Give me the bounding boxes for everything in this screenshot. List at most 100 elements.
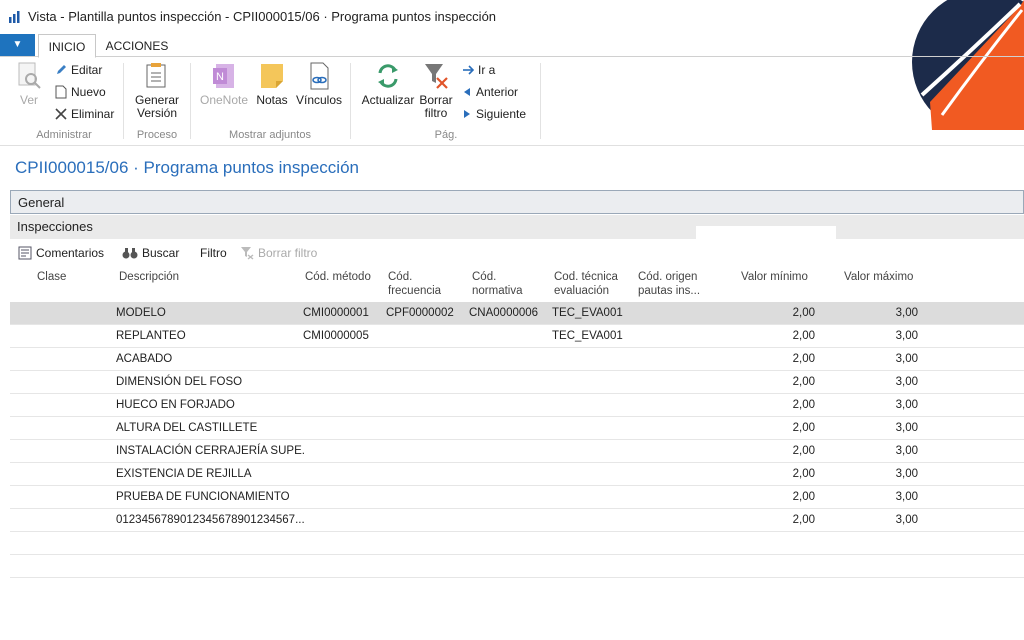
cell-maximo: 3,00 <box>895 445 918 457</box>
title-bar: Vista - Plantilla puntos inspección - CP… <box>0 0 1024 34</box>
cell-minimo: 2,00 <box>792 468 815 480</box>
tab-inicio[interactable]: INICIO <box>38 34 96 58</box>
cell-metodo: CMI0000001 <box>303 307 369 319</box>
notes-icon <box>261 64 283 88</box>
cell-minimo: 2,00 <box>792 330 815 342</box>
table-row[interactable]: ACABADO 2,00 3,00 <box>10 348 1024 371</box>
cell-normativa: CNA0000006 <box>469 307 539 319</box>
header-frecuencia-line1: Cód. <box>388 271 413 283</box>
cell-maximo: 3,00 <box>895 514 918 526</box>
cell-maximo: 3,00 <box>895 330 918 342</box>
table-row[interactable]: EXISTENCIA DE REJILLA 2,00 3,00 <box>10 463 1024 486</box>
column-header-frecuencia[interactable]: Cód. frecuencia <box>388 270 441 298</box>
cell-descripcion: ACABADO <box>116 353 173 365</box>
table-row[interactable]: PRUEBA DE FUNCIONAMIENTO 2,00 3,00 <box>10 486 1024 509</box>
cell-descripcion: HUECO EN FORJADO <box>116 399 235 411</box>
adjuntos-group-label: Mostrar adjuntos <box>229 129 311 141</box>
filtro-button[interactable]: Filtro <box>200 246 227 260</box>
column-header-clase[interactable]: Clase <box>37 270 66 284</box>
fasttab-inspecciones[interactable]: Inspecciones <box>10 215 1024 239</box>
ir-a-label: Ir a <box>478 63 496 77</box>
eliminar-label: Eliminar <box>71 107 115 121</box>
comentarios-label: Comentarios <box>36 246 105 260</box>
ir-a-button[interactable]: Ir a <box>462 63 495 77</box>
table-row[interactable]: 0123456789012345678901234567... 2,00 3,00 <box>10 509 1024 532</box>
generate-version-icon <box>146 63 166 88</box>
group-proceso: Generar Versión Proceso <box>126 57 188 145</box>
eliminar-button[interactable]: Eliminar <box>55 107 114 121</box>
vinculos-button[interactable]: Vínculos <box>294 61 344 107</box>
onenote-button[interactable]: N OneNote <box>198 61 250 107</box>
lines-toolbar: Comentarios Buscar Filtro Borrar filtro <box>10 242 1024 266</box>
next-icon <box>464 110 470 118</box>
empty-table-row[interactable] <box>10 555 1024 578</box>
cell-descripcion: EXISTENCIA DE REJILLA <box>116 468 252 480</box>
cell-minimo: 2,00 <box>792 353 815 365</box>
cell-maximo: 3,00 <box>895 376 918 388</box>
ver-button[interactable]: Ver <box>14 61 44 107</box>
generar-version-button[interactable]: Generar Versión <box>132 61 182 120</box>
borrar-label-1: Borrar <box>419 93 453 107</box>
tab-acciones[interactable]: ACCIONES <box>100 34 174 56</box>
table-row[interactable]: DIMENSIÓN DEL FOSO 2,00 3,00 <box>10 371 1024 394</box>
cell-descripcion: 0123456789012345678901234567... <box>116 514 305 526</box>
comentarios-button[interactable]: Comentarios <box>18 246 104 260</box>
cell-minimo: 2,00 <box>792 422 815 434</box>
table-row[interactable]: MODELO CMI0000001 CPF0000002 CNA0000006 TEC_… <box>10 302 1024 325</box>
column-header-maximo[interactable]: Valor máximo <box>844 270 913 284</box>
header-tecnica-line2: evaluación <box>554 285 609 297</box>
fasttab-general[interactable]: General <box>10 190 1024 214</box>
header-normativa-line2: normativa <box>472 285 523 297</box>
file-menu-button[interactable]: ▼ <box>0 34 35 56</box>
header-frecuencia-line2: frecuencia <box>388 285 442 297</box>
clear-filter-icon <box>425 64 448 89</box>
notas-button[interactable]: Notas <box>254 61 290 107</box>
cell-descripcion: INSTALACIÓN CERRAJERÍA SUPE... <box>116 445 306 457</box>
borrar-filtro-label: Borrar filtro <box>258 246 318 260</box>
onenote-icon: N <box>213 64 234 88</box>
ribbon-tabs: ▼ INICIO ACCIONES <box>0 34 1024 58</box>
link-icon <box>310 62 329 90</box>
table-row[interactable]: INSTALACIÓN CERRAJERÍA SUPE... 2,00 3,00 <box>10 440 1024 463</box>
table-row[interactable]: REPLANTEO CMI0000005 TEC_EVA001 2,00 3,00 <box>10 325 1024 348</box>
buscar-button[interactable]: Buscar <box>122 246 179 260</box>
onenote-label: OneNote <box>199 93 249 107</box>
borrar-filtro-button[interactable]: Borrar filtro <box>240 246 317 260</box>
column-header-metodo[interactable]: Cód. método <box>305 270 371 284</box>
table-row[interactable]: ALTURA DEL CASTILLETE 2,00 3,00 <box>10 417 1024 440</box>
cell-minimo: 2,00 <box>792 399 815 411</box>
empty-table-row[interactable] <box>10 532 1024 555</box>
column-header-normativa[interactable]: Cód. normativa <box>472 270 523 298</box>
blank-area <box>696 226 836 240</box>
column-header-origen[interactable]: Cód. origen pautas ins... <box>638 270 700 298</box>
column-header-tecnica[interactable]: Cod. técnica evaluación <box>554 270 618 298</box>
siguiente-label: Siguiente <box>476 107 527 121</box>
cell-maximo: 3,00 <box>895 491 918 503</box>
cell-tecnica: TEC_EVA001 <box>552 330 623 342</box>
pag-group-label: Pág. <box>434 129 458 141</box>
arrow-right-icon <box>463 65 474 75</box>
cell-descripcion: DIMENSIÓN DEL FOSO <box>116 376 243 388</box>
borrar-filtro-ribbon-button[interactable]: Borrar filtro <box>418 61 454 120</box>
editar-button[interactable]: Editar <box>55 63 102 77</box>
cell-descripcion: ALTURA DEL CASTILLETE <box>116 422 258 434</box>
column-header-minimo[interactable]: Valor mínimo <box>741 270 808 284</box>
notas-label: Notas <box>256 93 288 107</box>
actualizar-button[interactable]: Actualizar <box>356 61 420 107</box>
anterior-button[interactable]: Anterior <box>462 85 518 99</box>
editar-label: Editar <box>71 63 103 77</box>
cell-minimo: 2,00 <box>792 445 815 457</box>
pencil-icon <box>57 65 66 74</box>
cell-maximo: 3,00 <box>895 422 918 434</box>
anterior-label: Anterior <box>476 85 519 99</box>
table-row[interactable]: HUECO EN FORJADO 2,00 3,00 <box>10 394 1024 417</box>
siguiente-button[interactable]: Siguiente <box>462 107 526 121</box>
cell-minimo: 2,00 <box>792 307 815 319</box>
ribbon-divider <box>123 63 124 139</box>
column-header-descripcion[interactable]: Descripción <box>119 270 179 284</box>
header-normativa-line1: Cód. <box>472 271 497 283</box>
cell-tecnica: TEC_EVA001 <box>552 307 623 319</box>
header-origen-line2: pautas ins... <box>638 285 701 297</box>
nuevo-button[interactable]: Nuevo <box>55 85 106 99</box>
cell-maximo: 3,00 <box>895 307 918 319</box>
